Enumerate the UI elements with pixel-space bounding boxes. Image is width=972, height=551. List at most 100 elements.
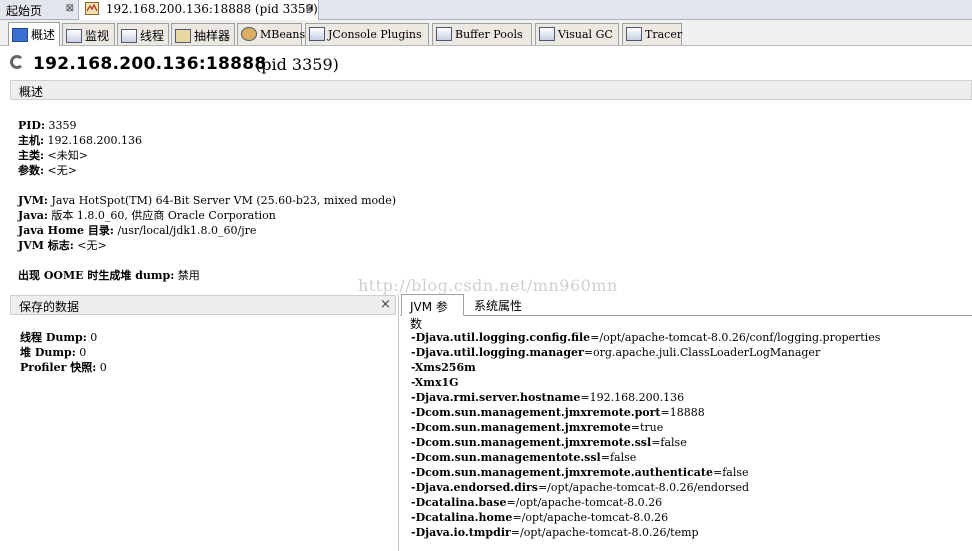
- overview-section-label: 概述: [19, 85, 44, 99]
- info-value: <未知>: [44, 149, 88, 162]
- tab-threads-label: 线程: [140, 29, 165, 43]
- tab-visual-gc[interactable]: Visual GC: [535, 23, 619, 45]
- jvm-arg-key: -Dcom.sun.managementote.ssl: [411, 451, 601, 464]
- jvm-arg-row: -Xmx1G: [411, 375, 880, 390]
- jvm-arg-key: -Dcatalina.base: [411, 496, 507, 509]
- info-value: 版本 1.8.0_60, 供应商 Oracle Corporation: [47, 209, 276, 222]
- panel-divider[interactable]: [398, 294, 399, 551]
- jvm-arg-key: -Xms256m: [411, 361, 476, 374]
- jvm-arg-key: -Djava.io.tmpdir: [411, 526, 511, 539]
- tab-mbeans-label: MBeans: [260, 28, 306, 41]
- jvm-arg-row: -Dcatalina.base=/opt/apache-tomcat-8.0.2…: [411, 495, 880, 510]
- jvm-details-tab-bar: JVM 参数 系统属性: [400, 294, 972, 331]
- info-key: 堆 Dump:: [20, 346, 76, 359]
- tab-threads[interactable]: 线程: [117, 23, 169, 45]
- sampler-icon: [175, 29, 191, 43]
- visual-gc-icon: [539, 27, 555, 41]
- tab-start-page-label: 起始页: [6, 4, 43, 18]
- info-row: 主机: 192.168.200.136: [18, 133, 396, 148]
- info-row: 参数: <无>: [18, 163, 396, 178]
- info-row: Java: 版本 1.8.0_60, 供应商 Oracle Corporatio…: [18, 208, 396, 223]
- info-value: Java HotSpot(TM) 64-Bit Server VM (25.60…: [47, 194, 396, 207]
- jvm-arg-row: -Djava.rmi.server.hostname=192.168.200.1…: [411, 390, 880, 405]
- jvm-arg-value: =org.apache.juli.ClassLoaderLogManager: [583, 346, 821, 359]
- view-tab-bar: 概述 监视 线程 抽样器 MBeans JConsole Plugins Buf…: [0, 20, 972, 46]
- tab-monitor[interactable]: 监视: [62, 23, 115, 45]
- overview-section-header[interactable]: 概述: [10, 80, 972, 100]
- jvm-arg-value: =false: [651, 436, 687, 449]
- tab-overview-label: 概述: [31, 28, 56, 42]
- jvm-arg-key: -Dcom.sun.management.jmxremote.authentic…: [411, 466, 713, 479]
- jvm-arg-row: -Djava.io.tmpdir=/opt/apache-tomcat-8.0.…: [411, 525, 880, 540]
- tab-jconsole-plugins[interactable]: JConsole Plugins: [305, 23, 429, 45]
- info-key: 线程 Dump:: [20, 331, 87, 344]
- jvm-arg-value: =false: [712, 466, 749, 479]
- info-row: 线程 Dump: 0: [20, 330, 107, 345]
- jvm-arg-key: -Dcom.sun.management.jmxremote.ssl: [411, 436, 652, 449]
- jvm-arg-row: -Dcatalina.home=/opt/apache-tomcat-8.0.2…: [411, 510, 880, 525]
- jvm-args-list: -Djava.util.logging.config.file=/opt/apa…: [411, 330, 880, 540]
- jvm-arg-row: -Djava.util.logging.config.file=/opt/apa…: [411, 330, 880, 345]
- info-value: <无>: [73, 239, 107, 252]
- info-key: 主机:: [18, 134, 45, 147]
- tab-visual-gc-label: Visual GC: [558, 28, 613, 41]
- jvm-arg-key: -Djava.util.logging.manager: [411, 346, 584, 359]
- info-row: PID: 3359: [18, 118, 396, 133]
- tracer-icon: [626, 27, 642, 41]
- jvm-arg-key: -Djava.rmi.server.hostname: [411, 391, 581, 404]
- tab-buffer-pools-label: Buffer Pools: [455, 28, 523, 41]
- tab-start-page[interactable]: 起始页 ⊠: [0, 0, 79, 20]
- jvm-arg-value: =false: [600, 451, 637, 464]
- monitor-chart-icon: [66, 29, 82, 43]
- jvm-arg-value: =/opt/apache-tomcat-8.0.26/temp: [510, 526, 699, 539]
- jvm-arg-key: -Dcatalina.home: [411, 511, 513, 524]
- page-title: 192.168.200.136:18888: [33, 54, 267, 74]
- info-row: 堆 Dump: 0: [20, 345, 107, 360]
- saved-data-section-header[interactable]: 保存的数据: [10, 295, 396, 315]
- tab-jvm-args[interactable]: JVM 参数: [401, 294, 464, 331]
- jvm-arg-key: -Dcom.sun.management.jmxremote: [411, 421, 631, 434]
- close-icon[interactable]: ×: [380, 297, 391, 312]
- info-value: 0: [96, 361, 107, 374]
- info-value: 3359: [45, 119, 77, 132]
- tab-sampler[interactable]: 抽样器: [171, 23, 235, 45]
- tab-tracer[interactable]: Tracer: [622, 23, 682, 45]
- jvm-arg-key: -Xmx1G: [411, 376, 459, 389]
- close-icon[interactable]: ⊠: [306, 3, 314, 14]
- tab-system-properties[interactable]: 系统属性: [466, 294, 536, 316]
- jvm-arg-row: -Dcom.sun.management.jmxremote.port=1888…: [411, 405, 880, 420]
- close-icon[interactable]: ⊠: [66, 3, 74, 14]
- jvm-arg-row: -Dcom.sun.management.jmxremote.ssl=false: [411, 435, 880, 450]
- tab-jvm-instance-label: 192.168.200.136:18888 (pid 3359): [105, 2, 318, 16]
- info-row: Java Home 目录: /usr/local/jdk1.8.0_60/jre: [18, 223, 396, 238]
- info-value: 192.168.200.136: [44, 134, 143, 147]
- jvm-arg-value: =/opt/apache-tomcat-8.0.26/conf/logging.…: [590, 331, 881, 344]
- tab-overview[interactable]: 概述: [8, 22, 60, 46]
- jvm-arg-value: =/opt/apache-tomcat-8.0.26: [512, 511, 669, 524]
- info-key: Java Home 目录:: [18, 224, 114, 237]
- tab-jvm-instance[interactable]: 192.168.200.136:18888 (pid 3359) ⊠: [79, 0, 319, 20]
- jvm-arg-key: -Djava.endorsed.dirs: [411, 481, 538, 494]
- jvm-arg-row: -Dcom.sun.managementote.ssl=false: [411, 450, 880, 465]
- jvm-app-icon: [85, 2, 99, 15]
- info-key: PID:: [18, 119, 46, 132]
- jvm-arg-row: -Djava.endorsed.dirs=/opt/apache-tomcat-…: [411, 480, 880, 495]
- jvm-arg-value: =18888: [660, 406, 705, 419]
- info-key: JVM:: [18, 194, 48, 207]
- plugin-icon: [309, 27, 325, 41]
- info-value: 0: [86, 331, 98, 344]
- tab-tracer-label: Tracer: [645, 28, 683, 41]
- buffer-chart-icon: [436, 27, 452, 41]
- tab-system-properties-label: 系统属性: [474, 299, 523, 313]
- tab-mbeans[interactable]: MBeans: [237, 23, 306, 45]
- info-value: 禁用: [174, 269, 200, 282]
- info-key: 参数:: [18, 164, 45, 177]
- threads-icon: [121, 29, 137, 43]
- info-row: Profiler 快照: 0: [20, 360, 107, 375]
- tab-jconsole-plugins-label: JConsole Plugins: [328, 28, 422, 41]
- jvm-arg-value: =192.168.200.136: [580, 391, 685, 404]
- jvm-arg-row: -Dcom.sun.management.jmxremote=true: [411, 420, 880, 435]
- tab-buffer-pools[interactable]: Buffer Pools: [432, 23, 532, 45]
